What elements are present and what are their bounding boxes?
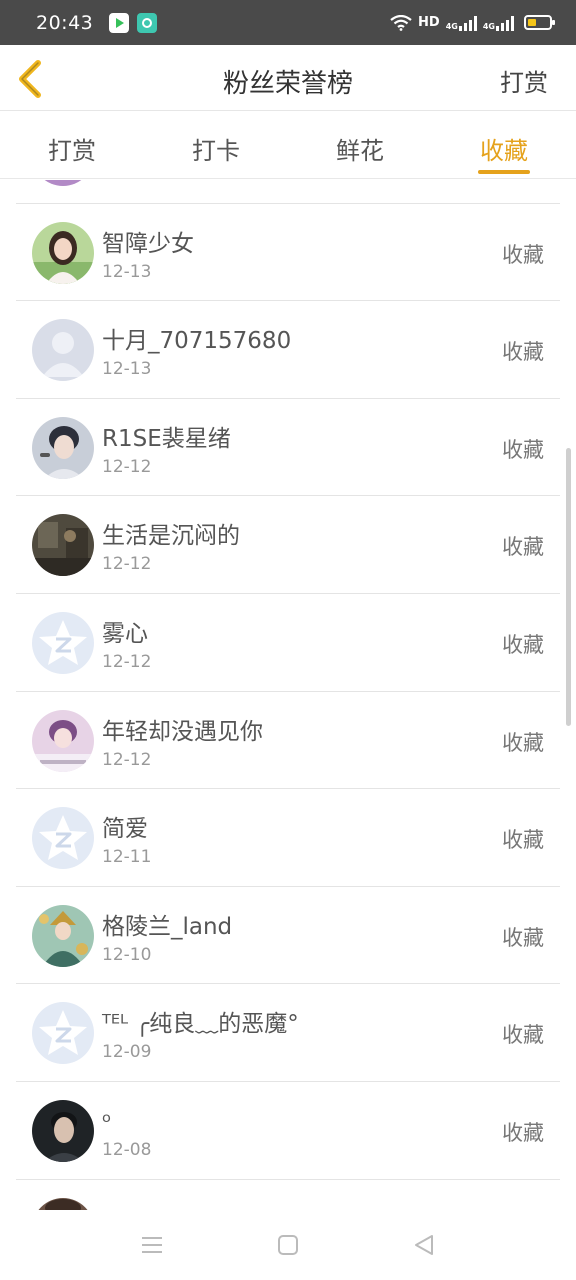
app-header: 粉丝荣誉榜 打赏 (0, 45, 576, 111)
fan-name: 简爱 (102, 816, 148, 843)
back-triangle-icon (415, 1235, 433, 1255)
favorite-action-label: 收藏 (502, 242, 544, 267)
fan-date: 12-12 (102, 651, 152, 672)
status-time: 20:43 (36, 11, 94, 34)
avatar[interactable] (32, 416, 94, 479)
avatar[interactable] (32, 611, 94, 674)
favorite-action-label: 收藏 (502, 730, 544, 755)
avatar[interactable] (32, 514, 94, 577)
back-nav-button[interactable] (412, 1233, 436, 1257)
avatar[interactable] (32, 1002, 94, 1065)
avatar[interactable] (32, 180, 94, 186)
favorite-action-label: 收藏 (502, 535, 544, 560)
fan-date: 12-13 (102, 180, 151, 184)
fan-list-row[interactable]: 生活是沉闷的 12-12 收藏 (16, 496, 560, 594)
favorite-action-label: 收藏 (502, 437, 544, 462)
fan-list-row[interactable]: 简爱 12-11 收藏 (16, 789, 560, 887)
fan-name: 智障少女 (102, 230, 194, 257)
home-square-icon (278, 1235, 298, 1255)
avatar[interactable] (32, 319, 94, 382)
fan-list-row[interactable]: 智障少女 12-13 收藏 (16, 204, 560, 302)
tab-flowers[interactable]: 鲜花 (288, 111, 432, 178)
menu-button[interactable] (140, 1233, 164, 1257)
favorite-action-label: 收藏 (502, 925, 544, 950)
fan-list-row[interactable] (16, 1180, 560, 1210)
tab-checkin[interactable]: 打卡 (144, 111, 288, 178)
avatar[interactable] (32, 807, 94, 870)
fan-date: 12-12 (102, 456, 152, 477)
fan-list-row[interactable]: 雾心 12-12 收藏 (16, 594, 560, 692)
favorite-action-label: 收藏 (502, 1120, 544, 1145)
fan-date: 12-13 (102, 261, 152, 282)
fan-name: R1SE裴星绪 (102, 425, 231, 452)
page-title: 粉丝荣誉榜 (222, 69, 353, 99)
favorite-action-label: 收藏 (502, 632, 544, 657)
scrollbar[interactable] (566, 448, 571, 726)
hd-label: HD (418, 15, 440, 30)
favorite-action-label: 收藏 (502, 340, 544, 365)
fan-date: 12-12 (102, 554, 152, 575)
fan-name: 年轻却没遇见你 (102, 718, 263, 745)
avatar[interactable] (32, 221, 94, 284)
signal-1-icon: 4G (446, 15, 477, 31)
status-indicators: HD 4G 4G (390, 14, 555, 31)
battery-icon (524, 15, 555, 30)
video-app-icon (109, 12, 130, 33)
fan-date: 12-08 (102, 1139, 152, 1160)
fan-list-row[interactable]: ᵀᴱᴸ ╭纯良﹏的恶魔° 12-09 收藏 (16, 984, 560, 1082)
app-notification-icon (137, 12, 158, 33)
wifi-icon (390, 14, 412, 31)
fan-name: ₒ (102, 1101, 112, 1128)
signal-2-icon: 4G (483, 15, 514, 31)
fan-list-row[interactable]: 年轻却没遇见你 12-12 收藏 (16, 692, 560, 790)
avatar[interactable] (32, 1099, 94, 1162)
fan-name: ᵀᴱᴸ ╭纯良﹏的恶魔° (102, 1011, 299, 1038)
fan-name: 雾心 (102, 620, 148, 647)
fan-name: 十月_707157680 (102, 328, 292, 355)
favorite-action-label: 收藏 (502, 828, 544, 853)
fan-date: 12-11 (102, 847, 152, 868)
avatar[interactable] (32, 904, 94, 967)
fan-list-row[interactable]: 十月_707157680 12-13 收藏 (16, 301, 560, 399)
fan-list-row[interactable]: 格陵兰_land 12-10 收藏 (16, 887, 560, 985)
favorite-action-label: 收藏 (502, 1023, 544, 1048)
fan-date: 12-12 (102, 749, 152, 770)
fan-date: 12-13 (102, 359, 152, 380)
tab-favorites[interactable]: 收藏 (432, 111, 576, 178)
fan-list-row[interactable]: 12-13 (16, 180, 560, 204)
fan-name: 生活是沉闷的 (102, 523, 240, 550)
avatar[interactable] (32, 1197, 94, 1210)
avatar[interactable] (32, 709, 94, 772)
fan-list-row[interactable]: ₒ 12-08 收藏 (16, 1082, 560, 1180)
home-button[interactable] (276, 1233, 300, 1257)
tab-reward[interactable]: 打赏 (0, 111, 144, 178)
fan-date: 12-10 (102, 944, 152, 965)
menu-icon (142, 1237, 162, 1253)
tab-bar: 打赏 打卡 鲜花 收藏 (0, 111, 576, 179)
fan-list-row[interactable]: R1SE裴星绪 12-12 收藏 (16, 399, 560, 497)
fan-list[interactable]: 12-13智障少女12-13收藏十月_70715768012-13收藏R1SE裴… (0, 180, 576, 1210)
reward-button[interactable]: 打赏 (500, 63, 548, 98)
system-nav-bar (0, 1210, 576, 1280)
fan-name: 格陵兰_land (102, 913, 233, 940)
fan-list-items: 12-13智障少女12-13收藏十月_70715768012-13收藏R1SE裴… (16, 180, 560, 1210)
status-bar: 20:43 HD 4G 4G (0, 0, 576, 45)
fan-date: 12-09 (102, 1042, 152, 1063)
